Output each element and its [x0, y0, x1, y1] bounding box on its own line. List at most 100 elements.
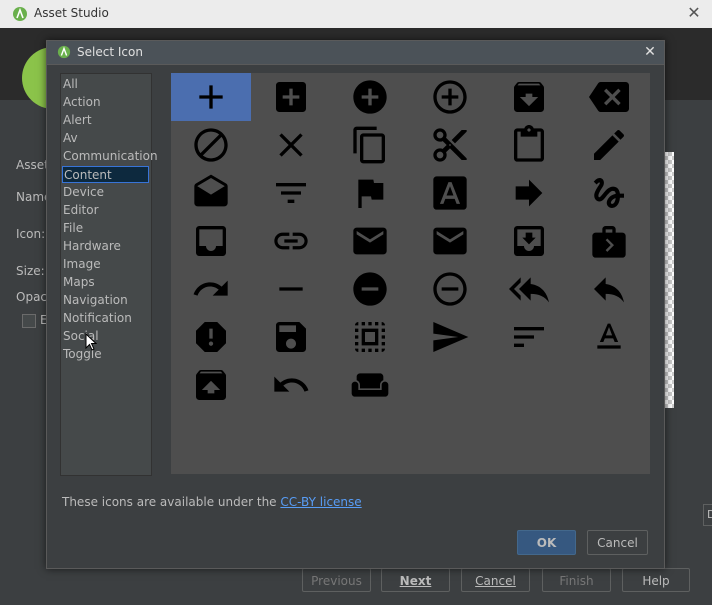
category-item-av[interactable]: Av [62, 130, 149, 147]
reply-all-icon [509, 277, 549, 303]
icon-cell[interactable] [569, 169, 649, 217]
ok-button[interactable]: OK [517, 530, 576, 555]
category-item-navigation[interactable]: Navigation [62, 292, 149, 309]
icon-cell[interactable] [330, 313, 410, 361]
reply-icon [593, 277, 624, 303]
category-item-toggle[interactable]: Toggle [62, 346, 149, 363]
icon-cell[interactable] [489, 169, 569, 217]
category-list: All Action Alert Av Communication Content Devi… [60, 73, 158, 476]
move-to-inbox-icon [514, 226, 544, 256]
icon-cell[interactable] [330, 265, 410, 313]
finish-button[interactable]: Finish [542, 568, 611, 592]
category-item-content[interactable]: Content [62, 166, 149, 183]
add-icon [199, 85, 223, 109]
icon-cell[interactable] [489, 73, 569, 121]
icon-cell[interactable] [330, 169, 410, 217]
archive-icon [514, 82, 544, 112]
font-download-icon [432, 176, 467, 210]
filter-list-icon [275, 183, 306, 203]
save-icon [275, 322, 306, 352]
outer-close-icon[interactable]: ✕ [684, 3, 704, 23]
category-item-maps[interactable]: Maps [62, 274, 149, 291]
block-icon [194, 128, 228, 162]
icon-cell[interactable] [489, 121, 569, 169]
weekend-icon [351, 373, 389, 397]
icon-cell[interactable] [171, 265, 251, 313]
icon-cell[interactable] [171, 169, 251, 217]
density-box-text: D [707, 508, 712, 521]
icon-cell[interactable] [489, 217, 569, 265]
remove-circle-icon [353, 272, 387, 306]
icon-cell[interactable] [410, 169, 490, 217]
category-item-notification[interactable]: Notification [62, 310, 149, 327]
redo-icon [193, 280, 228, 296]
asset-type-label: Asset [16, 158, 49, 172]
icon-cell[interactable] [410, 313, 490, 361]
remove-circle-outline-icon [432, 272, 467, 306]
icon-cell[interactable] [569, 313, 649, 361]
category-item-hardware[interactable]: Hardware [62, 238, 149, 255]
icon-cell[interactable] [171, 361, 251, 409]
android-studio-logo-icon [57, 45, 71, 59]
mail-icon [353, 227, 387, 255]
icon-cell[interactable] [410, 73, 490, 121]
mouse-cursor-icon [85, 333, 97, 351]
category-item-file[interactable]: File [62, 220, 149, 237]
inbox-icon [196, 226, 226, 256]
previous-button[interactable]: Previous [302, 568, 371, 592]
icon-cell[interactable] [251, 121, 331, 169]
icon-cell[interactable] [251, 217, 331, 265]
report-icon [196, 322, 226, 352]
icon-cell[interactable] [251, 313, 331, 361]
category-item-image[interactable]: Image [62, 256, 149, 273]
create-icon [593, 129, 624, 160]
icon-cell[interactable] [489, 265, 569, 313]
enable-auto-mirroring-checkbox[interactable] [22, 314, 36, 328]
license-text: These icons are available under the [62, 495, 281, 509]
category-item-all[interactable]: All [62, 76, 149, 93]
icon-cell[interactable] [569, 217, 649, 265]
help-button[interactable]: Help [622, 568, 690, 592]
icon-cell[interactable] [330, 217, 410, 265]
category-item-communication[interactable]: Communication [62, 148, 158, 165]
clear-icon [278, 133, 303, 157]
outer-title-bar: Asset Studio ✕ [0, 0, 712, 29]
cancel-button[interactable]: Cancel [587, 530, 648, 555]
icon-cell[interactable] [251, 265, 331, 313]
category-item-editor[interactable]: Editor [62, 202, 149, 219]
markunread-icon [432, 227, 467, 255]
icon-cell[interactable] [251, 361, 331, 409]
dialog-title: Select Icon [77, 45, 143, 59]
density-box: D [703, 504, 712, 526]
icon-cell[interactable] [171, 121, 251, 169]
icon-cell[interactable] [251, 73, 331, 121]
category-item-social[interactable]: Social [62, 328, 149, 345]
icon-cell[interactable] [410, 265, 490, 313]
icon-cell[interactable] [330, 121, 410, 169]
text-format-icon [596, 323, 621, 349]
backspace-icon [588, 82, 629, 112]
category-item-device[interactable]: Device [62, 184, 149, 201]
icon-cell[interactable] [410, 217, 490, 265]
icon-cell[interactable] [410, 121, 490, 169]
icon-cell[interactable] [171, 217, 251, 265]
icon-cell[interactable] [330, 361, 410, 409]
send-icon [432, 322, 468, 352]
preview-transparency-strip [664, 152, 674, 408]
icon-cell[interactable] [569, 73, 649, 121]
category-item-action[interactable]: Action [62, 94, 149, 111]
icon-cell[interactable] [251, 169, 331, 217]
icon-cell[interactable] [171, 73, 251, 121]
dialog-close-icon[interactable]: ✕ [640, 42, 660, 62]
icon-label: Icon: [16, 227, 46, 241]
icon-cell[interactable] [569, 121, 649, 169]
category-item-alert[interactable]: Alert [62, 112, 149, 129]
icon-cell[interactable] [569, 265, 649, 313]
icon-cell[interactable] [171, 313, 251, 361]
license-link[interactable]: CC-BY license [280, 495, 361, 509]
icon-cell[interactable] [330, 73, 410, 121]
outer-cancel-button[interactable]: Cancel [461, 568, 530, 592]
android-studio-logo-icon [13, 7, 27, 21]
next-button[interactable]: Next [381, 568, 450, 592]
icon-cell[interactable] [489, 313, 569, 361]
